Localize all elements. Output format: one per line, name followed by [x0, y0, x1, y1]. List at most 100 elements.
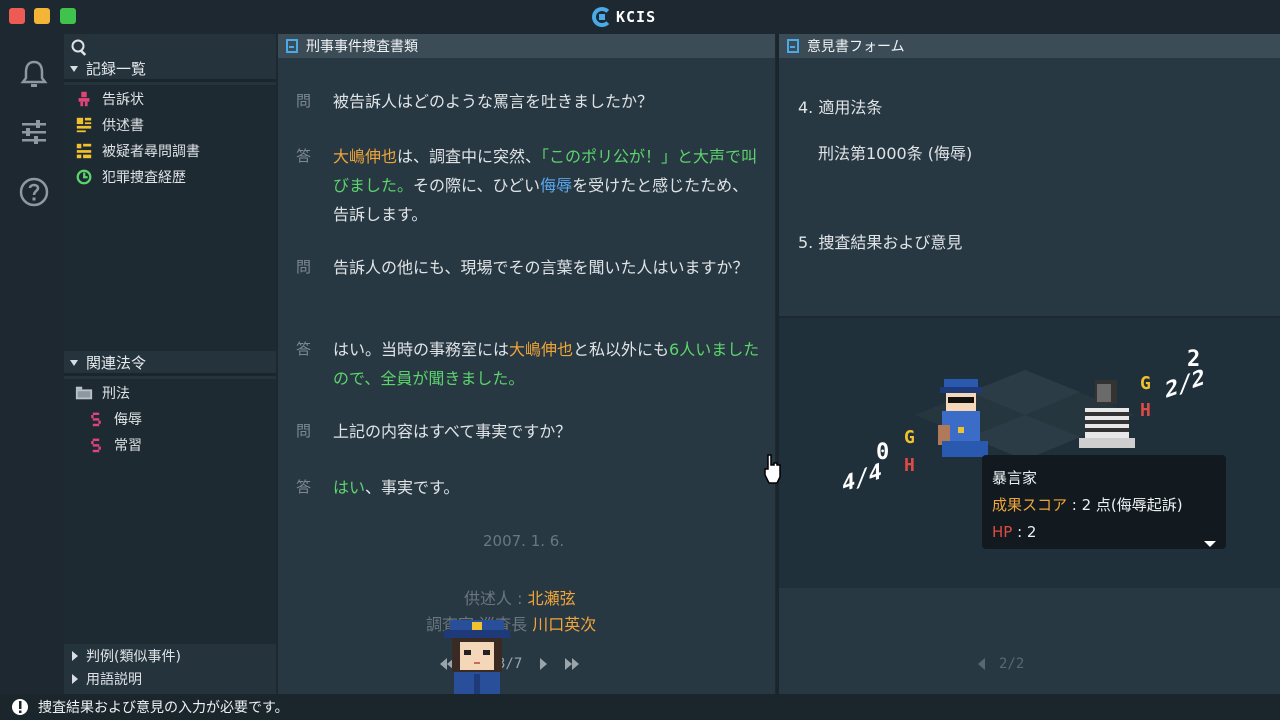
sidebar: 記録一覧 告訴状 供述書 被疑者尋問調書 犯罪捜査経歴 関連法令 刑法 侮辱 常…: [64, 34, 276, 694]
chevron-right-icon: [72, 651, 78, 661]
icon-rail: [0, 34, 64, 694]
last-page-button[interactable]: [565, 658, 580, 670]
left-pane-title: 刑事事件捜査書類: [306, 39, 418, 55]
glossary-label: 用語説明: [86, 672, 142, 688]
tooltip-hp: HP : 2: [992, 523, 1037, 541]
question-text: 被告訴人はどのような罵言を吐きましたか？: [333, 92, 654, 111]
deponent-signature: 供述人 : 北瀬弦: [464, 589, 576, 608]
logo-icon: [592, 7, 612, 27]
answer-2: 答 はい。当時の事務室には大嶋伸也と私以外にも6人いましたので、全員が聞きました…: [296, 335, 766, 395]
police-officer-piece[interactable]: [930, 375, 994, 465]
law-clause-icon: [86, 409, 106, 429]
answer-label: 答: [296, 147, 312, 165]
right-pager: 2/2: [978, 656, 1024, 672]
applied-law-entry[interactable]: 刑法第1000条 (侮辱): [818, 140, 972, 164]
page-indicator: 2/2: [999, 656, 1025, 672]
question-3: 問 上記の内容はすべて事実ですか？: [296, 417, 766, 447]
question-text: 上記の内容はすべて事実ですか？: [333, 422, 572, 441]
records-section-header[interactable]: 記録一覧: [64, 58, 276, 82]
section-results-opinion[interactable]: 5. 捜査結果および意見: [798, 229, 962, 253]
sidebar-item-history[interactable]: 犯罪捜査経歴: [74, 165, 186, 189]
hand-cursor-icon: [764, 454, 781, 484]
letter-h-right: H: [1140, 400, 1151, 421]
tooltip-title: 暴言家: [992, 469, 1038, 487]
maximize-window-button[interactable]: [60, 8, 76, 24]
chevron-down-icon: [70, 359, 78, 366]
right-pane-title: 意見書フォーム: [807, 39, 905, 55]
statement-icon: [74, 115, 94, 135]
prisoner-piece[interactable]: [1075, 378, 1139, 458]
chevron-right-icon: [72, 674, 78, 684]
records-header-label: 記録一覧: [86, 60, 147, 78]
next-page-button[interactable]: [540, 658, 548, 670]
app-logo-text: KCIS: [616, 8, 657, 26]
chevron-down-icon: [70, 65, 78, 72]
sidebar-item-label: 刑法: [102, 386, 130, 402]
answer-yes: はい: [333, 478, 366, 497]
answer-text: 大嶋伸也は、調査中に突然、「このポリ公が！」と大声で叫びました。その際に、ひどい…: [333, 147, 758, 224]
letter-g-left: G: [904, 427, 915, 448]
question-label: 問: [296, 92, 312, 110]
question-2: 問 告訴人の他にも、現場でその言葉を聞いた人はいますか？: [296, 253, 766, 313]
letter-g-right: G: [1140, 373, 1151, 394]
title-bar: KCIS: [0, 0, 1280, 34]
sidebar-item-complaint[interactable]: 告訴状: [74, 87, 144, 111]
suspect-name: 大嶋伸也: [509, 340, 574, 359]
left-pane-header: 刑事事件捜査書類: [278, 34, 775, 58]
sidebar-item-label: 常習: [114, 438, 142, 454]
letter-h-left: H: [904, 455, 915, 476]
sidebar-item-label: 告訴状: [102, 92, 144, 108]
sidebar-item-habitual[interactable]: 常習: [86, 433, 142, 457]
question-label: 問: [296, 422, 312, 440]
sidebar-item-interrogation[interactable]: 被疑者尋問調書: [74, 139, 200, 163]
sidebar-item-statement[interactable]: 供述書: [74, 113, 144, 137]
suspect-name: 大嶋伸也: [333, 147, 398, 166]
tooltip-more-icon[interactable]: [1204, 541, 1216, 547]
sidebar-item-label: 犯罪捜査経歴: [102, 170, 186, 186]
prev-page-button[interactable]: [978, 658, 985, 670]
section-applicable-law: 4. 適用法条: [798, 98, 883, 117]
precedents-section-header[interactable]: 判例(類似事件): [64, 645, 276, 667]
bell-icon[interactable]: [18, 58, 50, 90]
enemy-tooltip: 暴言家 成果スコア : 2 点(侮辱起訴) HP : 2: [982, 455, 1226, 549]
laws-section-header[interactable]: 関連法令: [64, 352, 276, 376]
tooltip-score: 成果スコア : 2 点(侮辱起訴): [992, 496, 1183, 514]
statement-date: 2007. 1. 6.: [483, 532, 565, 550]
help-icon[interactable]: [18, 176, 50, 208]
document-icon: [286, 39, 298, 53]
sidebar-item-label: 供述書: [102, 118, 144, 134]
precedents-label: 判例(類似事件): [86, 649, 181, 665]
question-label: 問: [296, 258, 312, 276]
alert-icon: [12, 699, 28, 715]
sidebar-item-label: 侮辱: [114, 412, 142, 428]
interrogation-icon: [74, 141, 94, 161]
law-clause-icon: [86, 435, 106, 455]
person-icon: [74, 89, 94, 109]
history-icon: [74, 167, 94, 187]
answer-text: はい。当時の事務室には大嶋伸也と私以外にも6人いましたので、全員が聞きました。: [333, 340, 760, 388]
answer-3: 答 はい、事実です。: [296, 473, 766, 503]
status-bar: 捜査結果および意見の入力が必要です。: [0, 694, 1280, 720]
laws-header-label: 関連法令: [86, 354, 147, 372]
keyword-insult[interactable]: 侮辱: [540, 176, 572, 195]
glossary-section-header[interactable]: 用語説明: [64, 668, 276, 690]
answer-label: 答: [296, 340, 312, 358]
question-1: 問 被告訴人はどのような罵言を吐きましたか？: [296, 87, 766, 117]
answer-text: はい、事実です。: [333, 478, 460, 497]
sidebar-item-label: 被疑者尋問調書: [102, 144, 200, 160]
answer-label: 答: [296, 478, 312, 496]
right-pane-footer: [779, 588, 1280, 694]
app-logo: KCIS: [592, 6, 656, 28]
settings-sliders-icon[interactable]: [18, 116, 50, 148]
folder-icon: [74, 383, 94, 403]
status-message: 捜査結果および意見の入力が必要です。: [38, 700, 289, 716]
sidebar-item-insult[interactable]: 侮辱: [86, 407, 142, 431]
close-window-button[interactable]: [9, 8, 25, 24]
right-pane-header: 意見書フォーム: [779, 34, 1280, 58]
sidebar-item-criminal-law[interactable]: 刑法: [74, 381, 130, 405]
search-icon[interactable]: [70, 38, 90, 58]
question-text: 告訴人の他にも、現場でその言葉を聞いた人はいますか？: [333, 258, 749, 277]
answer-1: 答 大嶋伸也は、調査中に突然、「このポリ公が！」と大声で叫びました。その際に、ひ…: [296, 142, 766, 232]
minimize-window-button[interactable]: [34, 8, 50, 24]
document-icon: [787, 39, 799, 53]
